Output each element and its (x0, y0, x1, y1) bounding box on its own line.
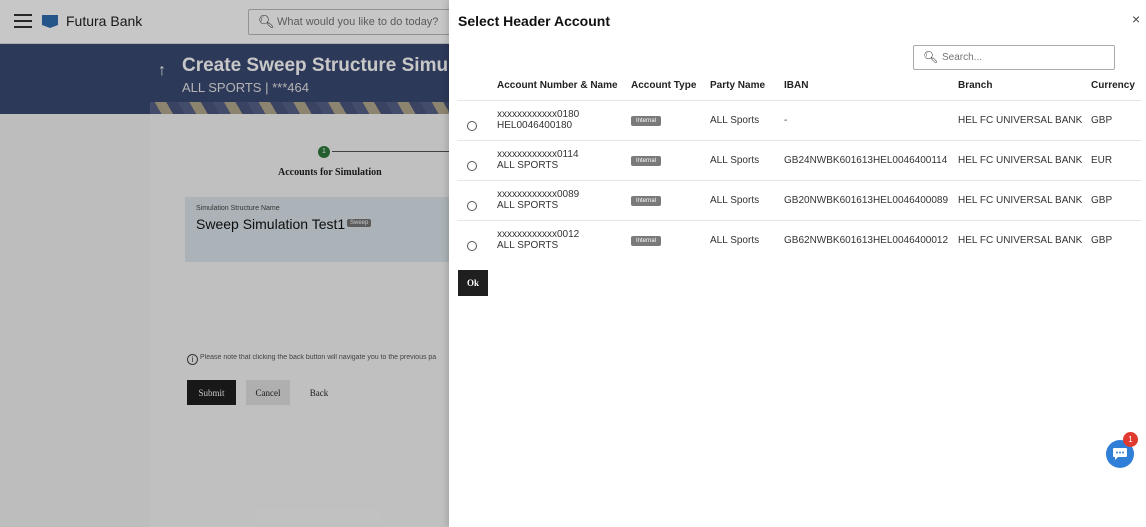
account-type-badge: Internal (631, 116, 662, 126)
branch: HEL FC UNIVERSAL BANK (954, 139, 1087, 180)
account-number: xxxxxxxxxxxx0089 (497, 189, 580, 200)
close-icon[interactable]: × (1132, 11, 1140, 27)
branch: HEL FC UNIVERSAL BANK (954, 99, 1087, 140)
account-search-input[interactable] (942, 50, 1102, 65)
account-number: xxxxxxxxxxxx0114 (497, 149, 579, 160)
branch: HEL FC UNIVERSAL BANK (954, 179, 1087, 220)
column-header: Account Type (631, 80, 697, 92)
panel-title: Select Header Account (458, 13, 610, 29)
account-search[interactable]: 🔍︎ (913, 45, 1115, 70)
column-header: Currency (1091, 80, 1135, 92)
table-row[interactable]: xxxxxxxxxxxx0180 HEL0046400180 Internal A… (457, 99, 1141, 140)
modal-overlay[interactable] (0, 0, 460, 527)
column-header: Party Name (710, 80, 766, 92)
party-name: ALL Sports (706, 139, 780, 180)
iban: GB20NWBK601613HEL0046400089 (780, 179, 954, 220)
column-header: Branch (958, 80, 993, 92)
account-name: HEL0046400180 (497, 120, 573, 131)
search-icon: 🔍︎ (923, 50, 939, 64)
party-name: ALL Sports (706, 179, 780, 220)
account-radio[interactable] (467, 200, 477, 211)
currency: EUR (1087, 139, 1141, 180)
currency: GBP (1087, 99, 1141, 140)
table-row[interactable]: xxxxxxxxxxxx0114 ALL SPORTS Internal ALL … (457, 139, 1141, 180)
currency: GBP (1087, 179, 1141, 220)
branch: HEL FC UNIVERSAL BANK (954, 219, 1087, 260)
currency: GBP (1087, 219, 1141, 260)
account-radio[interactable] (467, 240, 477, 251)
account-radio[interactable] (467, 120, 477, 131)
table-header-row: Account Number & Name Account Type Party… (457, 72, 1141, 100)
table-row[interactable]: xxxxxxxxxxxx0012 ALL SPORTS Internal ALL … (457, 219, 1141, 260)
party-name: ALL Sports (706, 99, 780, 140)
account-type-badge: Internal (631, 156, 662, 166)
column-header: Account Number & Name (497, 80, 618, 92)
select-header-account-panel: Select Header Account × 🔍︎ Account Numbe… (449, 0, 1146, 527)
column-header: IBAN (784, 80, 809, 92)
account-number: xxxxxxxxxxxx0180 (497, 109, 580, 120)
account-name: ALL SPORTS (497, 160, 559, 171)
account-name: ALL SPORTS (497, 240, 559, 252)
account-number: xxxxxxxxxxxx0012 (497, 229, 580, 241)
account-type-badge: Internal (631, 236, 662, 247)
account-radio[interactable] (467, 160, 477, 171)
party-name: ALL Sports (706, 219, 780, 260)
notification-badge: 1 (1123, 432, 1138, 447)
iban: GB24NWBK601613HEL0046400114 (780, 139, 954, 180)
accounts-table: Account Number & Name Account Type Party… (457, 72, 1141, 260)
radio-column-header (457, 72, 493, 100)
table-row[interactable]: xxxxxxxxxxxx0089 ALL SPORTS Internal ALL … (457, 179, 1141, 220)
account-name: ALL SPORTS (497, 200, 559, 211)
iban: - (780, 99, 954, 140)
iban: GB62NWBK601613HEL0046400012 (780, 219, 954, 260)
ok-button[interactable]: Ok (458, 270, 488, 296)
chat-bubble-icon (1113, 448, 1127, 460)
account-type-badge: Internal (631, 196, 662, 206)
